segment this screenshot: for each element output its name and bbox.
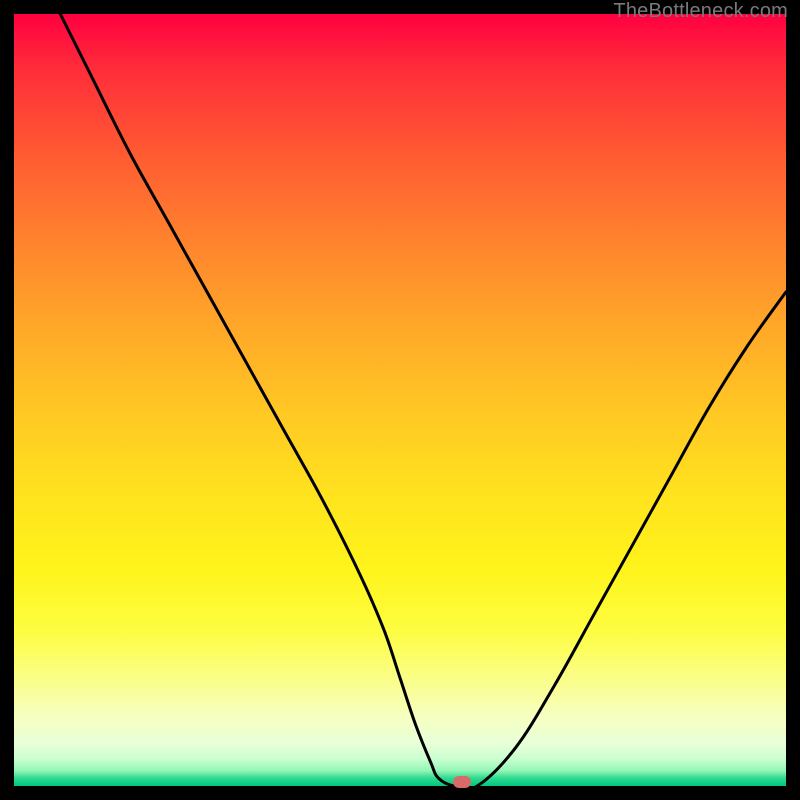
curve-svg [14, 14, 786, 786]
minimum-marker [453, 776, 471, 788]
bottleneck-curve-path [60, 14, 786, 789]
watermark-text: TheBottleneck.com [613, 0, 788, 23]
chart-container: TheBottleneck.com [0, 0, 800, 800]
plot-area [14, 14, 786, 786]
